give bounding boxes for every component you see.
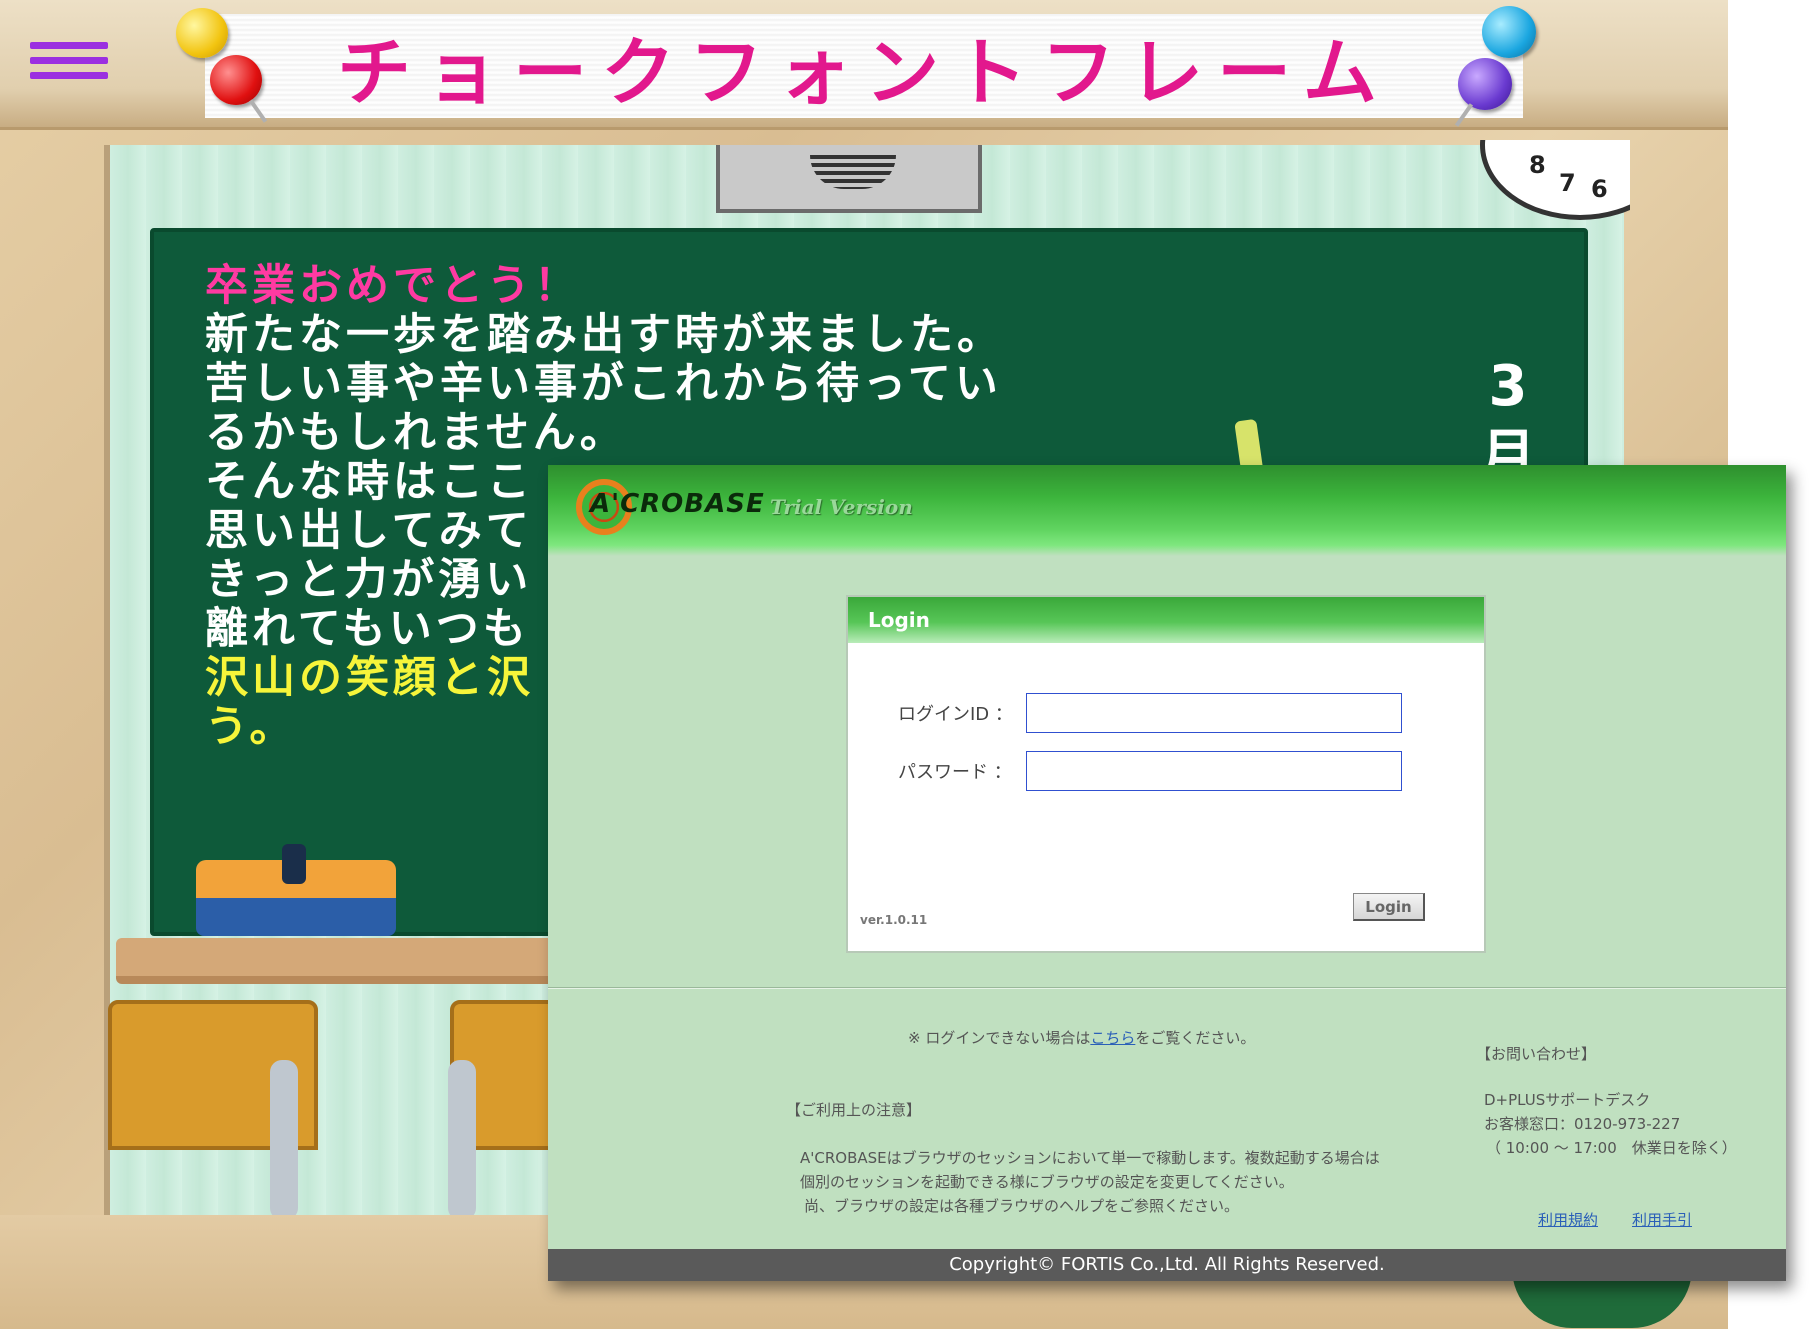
date-char: 3 <box>1488 354 1528 419</box>
clock-number: 8 <box>1529 151 1546 179</box>
page-title: チョークフォントフレーム <box>337 29 1391 116</box>
password-input[interactable] <box>1026 751 1402 791</box>
blue-pin-icon <box>1482 6 1536 58</box>
purple-pin-icon <box>1458 58 1512 110</box>
contact-phone: お客様窓口：0120-973-227 <box>1484 1115 1681 1133</box>
help-prefix: ※ ログインできない場合は <box>908 1029 1091 1047</box>
version-text: ver.1.0.11 <box>860 913 928 927</box>
contact-heading: 【お問い合わせ】 <box>1476 1045 1597 1063</box>
contact-hours: （ 10:00 ～ 17:00 休業日を除く） <box>1486 1139 1737 1157</box>
notice-line: 尚、ブラウザの設定は各種ブラウザのヘルプをご参照ください。 <box>804 1197 1240 1215</box>
title-banner: チョークフォントフレーム <box>205 14 1523 118</box>
yellow-pin-icon <box>176 8 228 58</box>
notice-heading: 【ご利用上の注意】 <box>786 1101 922 1119</box>
login-panel: Login ログインID ： パスワード ： ver.1.0.11 Login <box>846 595 1486 953</box>
login-id-input[interactable] <box>1026 693 1402 733</box>
clock-number: 6 <box>1591 175 1608 203</box>
manual-link[interactable]: 利用手引 <box>1632 1209 1692 1230</box>
clock-icon: 8 7 6 <box>1480 140 1630 220</box>
message-heading: 卒業おめでとう！ <box>205 261 581 311</box>
message-line: るかもしれません。 <box>205 408 627 458</box>
acrobase-login-window: A'CROBASE Trial Version Login ログインID ： パ… <box>548 465 1786 1281</box>
notice-line: A'CROBASEはブラウザのセッションにおいて単一で稼動します。複数起動する場… <box>800 1149 1380 1167</box>
red-pin-icon <box>210 55 262 105</box>
terms-link[interactable]: 利用規約 <box>1538 1209 1598 1230</box>
login-id-row: ログインID ： <box>898 693 1402 733</box>
acrobase-header: A'CROBASE Trial Version <box>548 465 1786 556</box>
desk-leg <box>270 1060 298 1220</box>
notice-line: 個別のセッションを起動できる様にブラウザの設定を変更してください。 <box>800 1173 1294 1191</box>
hamburger-menu-icon[interactable] <box>30 42 108 84</box>
message-line: 新たな一歩を踏み出す時が来ました。 <box>205 310 1004 360</box>
login-id-label: ログインID ： <box>898 704 1013 725</box>
copyright-footer: Copyright© FORTIS Co.,Ltd. All Rights Re… <box>548 1249 1786 1281</box>
login-help-text: ※ ログインできない場合はこちらをご覧ください。 <box>908 1027 1255 1048</box>
message-line: 苦しい事や辛い事がこれから待ってい <box>205 359 1002 409</box>
help-link[interactable]: こちら <box>1090 1029 1135 1047</box>
divider <box>548 987 1786 989</box>
eraser-icon <box>196 844 396 936</box>
clock-number: 7 <box>1559 169 1576 197</box>
login-panel-title: Login <box>848 597 1484 643</box>
contact-name: D+PLUSサポートデスク <box>1484 1091 1651 1109</box>
header-bar: チョークフォントフレーム <box>0 0 1728 130</box>
password-row: パスワード ： <box>898 751 1402 791</box>
login-button[interactable]: Login <box>1353 893 1425 921</box>
desk-leg <box>448 1060 476 1220</box>
trial-version-label: Trial Version <box>770 495 913 519</box>
acrobase-logo: A'CROBASE <box>590 489 765 519</box>
password-label: パスワード ： <box>898 762 1012 783</box>
speaker-icon <box>716 145 982 213</box>
help-suffix: をご覧ください。 <box>1135 1029 1256 1047</box>
